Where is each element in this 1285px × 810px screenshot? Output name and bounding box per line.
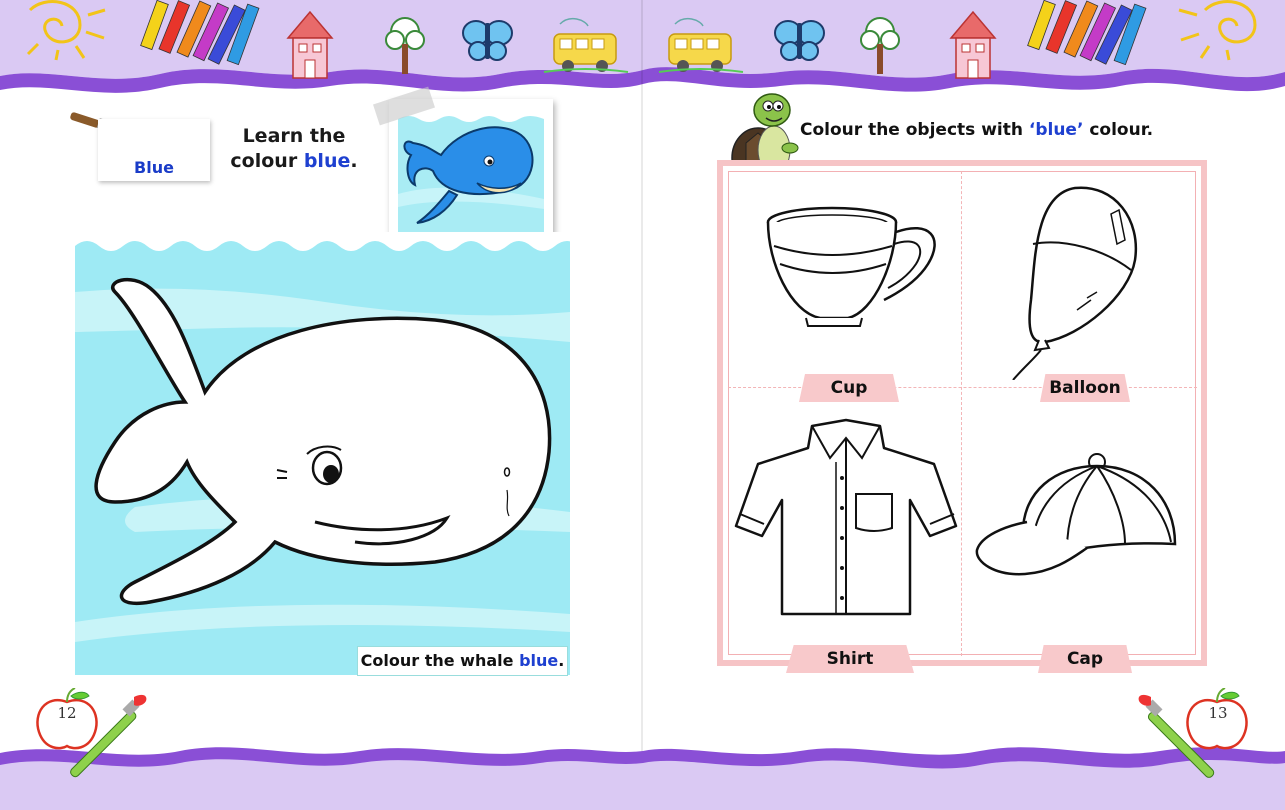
colouring-whale-panel [75,232,570,675]
learn-title-period: . [350,150,358,172]
tree-icon [385,17,425,74]
label-balloon: Balloon [1040,374,1130,402]
schoolhouse-icon [286,10,334,79]
paintbrush-icon [70,694,147,778]
cup-drawing [766,206,936,327]
cap-drawing [975,453,1177,576]
schoolhouse-icon [949,10,997,79]
whale-caption: Colour the whale blue. [357,646,568,676]
school-bus-icon [658,17,744,73]
butterfly-icon [462,20,513,61]
instruction-colour-word: ‘blue’ [1028,120,1084,140]
instruction-text: Colour the objects with ‘blue’ colour. [800,120,1153,140]
instruction-suffix: colour. [1083,120,1154,140]
caption-colour-word: blue [519,651,559,670]
school-bus-icon [543,17,629,73]
grid-divider-vertical [961,171,962,656]
footer-decoration-band [0,747,1285,810]
tree-icon [860,17,900,74]
example-whale-photo [389,99,553,241]
learn-title-colour-word: blue [303,150,351,172]
instruction-prefix: Colour the objects with [800,120,1029,140]
page-gutter [641,0,643,810]
learn-title-line2: colour blue. [224,149,364,174]
shirt-drawing [734,418,958,616]
crayons-icon [140,0,260,66]
balloon-drawing [1012,186,1138,380]
swatch-label: Blue [134,158,174,177]
colour-swatch-card: Blue [98,119,210,181]
butterfly-icon [774,20,825,61]
learn-title-line1: Learn the [242,125,346,147]
caption-text: Colour the whale [360,651,520,670]
learn-title-text: colour [230,150,304,172]
label-cup: Cup [799,374,899,402]
paintbrush-icon [1138,694,1215,778]
crayons-icon [1027,0,1147,66]
sun-icon [26,0,106,61]
label-shirt: Shirt [786,645,914,673]
blue-whale-illustration [398,108,544,232]
learn-title: Learn the colour blue. [224,124,364,174]
whale-outline-drawing [75,232,570,675]
sun-icon [1178,0,1257,61]
caption-period: . [558,651,565,670]
label-cap: Cap [1038,645,1132,673]
